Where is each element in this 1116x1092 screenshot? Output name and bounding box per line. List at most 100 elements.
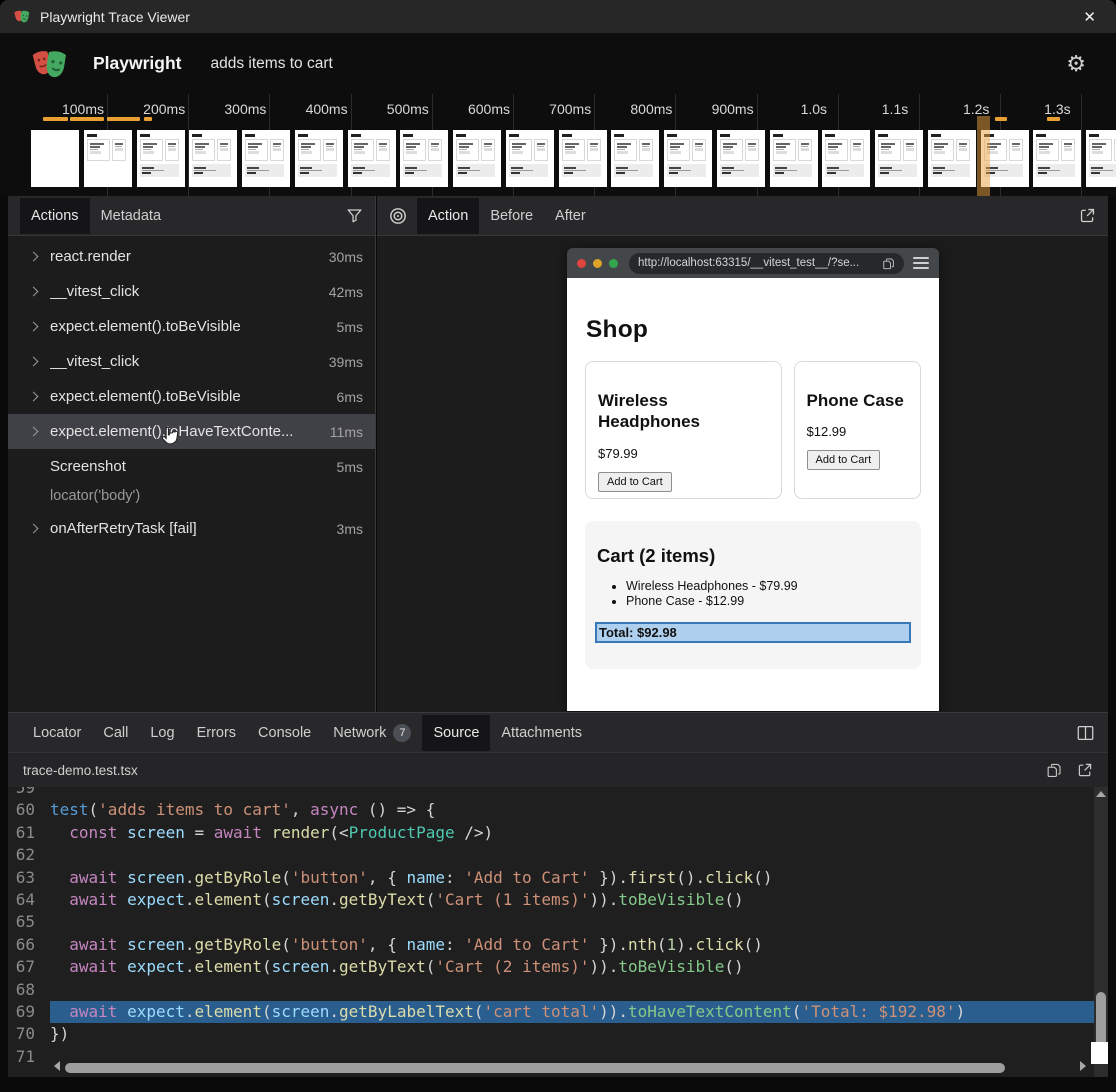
thumb-mini-heading: [773, 134, 783, 137]
code-text: test('adds items to cart', async () => {: [50, 799, 1094, 821]
tab-locator[interactable]: Locator: [22, 715, 92, 751]
copy-url-icon[interactable]: [882, 257, 895, 270]
snapshot-page: Shop Wireless Headphones$79.99Add to Car…: [567, 278, 939, 711]
open-external-icon[interactable]: [1079, 207, 1096, 224]
timeline-thumbnail[interactable]: [928, 130, 976, 187]
timeline-thumbnail[interactable]: [348, 130, 396, 187]
snapshot-panel: ActionBeforeAfter http://localhost:63315…: [377, 196, 1108, 712]
action-item[interactable]: expect.element().toHaveTextConte...11ms: [8, 414, 375, 449]
line-number: 65: [8, 911, 50, 933]
code-lines: 5960test('adds items to cart', async () …: [8, 787, 1094, 1068]
timeline-thumbnail[interactable]: [295, 130, 343, 187]
pick-locator-target-icon[interactable]: [389, 207, 407, 225]
tab-actions[interactable]: Actions: [20, 198, 90, 234]
timeline-thumbnail[interactable]: [822, 130, 870, 187]
horizontal-scrollbar-thumb[interactable]: [65, 1063, 1005, 1073]
open-source-external-icon[interactable]: [1077, 762, 1093, 778]
tab-metadata[interactable]: Metadata: [90, 198, 172, 234]
action-item[interactable]: expect.element().toBeVisible6ms: [8, 379, 375, 414]
tab-action[interactable]: Action: [417, 198, 479, 234]
tab-log[interactable]: Log: [139, 715, 185, 751]
split-view-icon[interactable]: [1077, 725, 1094, 741]
add-to-cart-button[interactable]: Add to Cart: [598, 472, 672, 492]
chevron-right-icon[interactable]: [29, 287, 39, 297]
chevron-right-icon[interactable]: [29, 392, 39, 402]
vertical-scrollbar[interactable]: [1094, 787, 1108, 1077]
timeline-strip[interactable]: 100ms200ms300ms400ms500ms600ms700ms800ms…: [0, 94, 1116, 196]
hscroll-right-arrow[interactable]: [1080, 1061, 1086, 1071]
timeline-tick-label: 600ms: [449, 101, 529, 117]
thumb-mini-heading: [667, 134, 677, 137]
timeline-thumbnail[interactable]: [84, 130, 132, 187]
timeline-thumbnail[interactable]: [189, 130, 237, 187]
timeline-thumbnail[interactable]: [242, 130, 290, 187]
tab-errors[interactable]: Errors: [186, 715, 247, 751]
close-icon[interactable]: ✕: [1077, 8, 1102, 26]
timeline-thumbnail[interactable]: [506, 130, 554, 187]
timeline-thumbnail[interactable]: [611, 130, 659, 187]
traffic-light-yellow[interactable]: [593, 259, 602, 268]
chevron-right-icon[interactable]: [29, 427, 39, 437]
tab-network[interactable]: Network7: [322, 714, 422, 752]
code-text: await screen.getByRole('button', { name:…: [50, 867, 1094, 889]
action-item[interactable]: onAfterRetryTask [fail]3ms: [8, 511, 375, 546]
line-number: 64: [8, 889, 50, 911]
test-title: adds items to cart: [211, 55, 333, 73]
timeline-tick-label: 200ms: [124, 101, 204, 117]
timeline-thumbnail[interactable]: [137, 130, 185, 187]
timeline-tick-label: 800ms: [611, 101, 691, 117]
copy-icon[interactable]: [1046, 762, 1062, 778]
browser-chrome: http://localhost:63315/__vitest_test__/?…: [567, 248, 939, 278]
timeline-thumbnail[interactable]: [664, 130, 712, 187]
browser-snapshot: http://localhost:63315/__vitest_test__/?…: [567, 248, 939, 711]
chevron-right-icon[interactable]: [29, 322, 39, 332]
traffic-light-green[interactable]: [609, 259, 618, 268]
thumb-mini-heading: [509, 134, 519, 137]
tab-after[interactable]: After: [544, 198, 597, 234]
timeline-selected-range[interactable]: [977, 116, 990, 196]
action-item[interactable]: react.render30ms: [8, 239, 375, 274]
timeline-thumbnail[interactable]: [400, 130, 448, 187]
line-number: 71: [8, 1046, 50, 1068]
timeline-thumbnail[interactable]: [31, 130, 79, 187]
tab-source[interactable]: Source: [422, 715, 490, 751]
action-item[interactable]: __vitest_click39ms: [8, 344, 375, 379]
timeline-thumbnail[interactable]: [1086, 130, 1116, 187]
code-line: 70}): [8, 1023, 1094, 1045]
timeline-thumbnail[interactable]: [559, 130, 607, 187]
code-text: [50, 979, 1094, 1001]
action-name: onAfterRetryTask [fail]: [50, 520, 329, 537]
timeline-thumbnail[interactable]: [875, 130, 923, 187]
chevron-right-icon[interactable]: [29, 524, 39, 534]
tab-label: Console: [258, 725, 311, 741]
timeline-tick-label: 500ms: [368, 101, 448, 117]
code-line: 66 await screen.getByRole('button', { na…: [8, 934, 1094, 956]
traffic-light-red[interactable]: [577, 259, 586, 268]
timeline-thumbnail[interactable]: [1033, 130, 1081, 187]
action-item[interactable]: __vitest_click42ms: [8, 274, 375, 309]
hamburger-menu-icon[interactable]: [913, 254, 929, 272]
action-item[interactable]: expect.element().toBeVisible5ms: [8, 309, 375, 344]
line-number: 63: [8, 867, 50, 889]
gear-icon[interactable]: ⚙: [1066, 53, 1086, 75]
timeline-thumbnail[interactable]: [453, 130, 501, 187]
vscroll-up-arrow[interactable]: [1096, 791, 1106, 797]
action-item[interactable]: Screenshot5ms: [8, 449, 375, 484]
code-text: [50, 844, 1094, 866]
tab-attachments[interactable]: Attachments: [490, 715, 593, 751]
chevron-right-icon[interactable]: [29, 252, 39, 262]
timeline-tick-label: 300ms: [205, 101, 285, 117]
chevron-right-icon[interactable]: [29, 357, 39, 367]
timeline-thumbnail[interactable]: [770, 130, 818, 187]
timeline-thumbnail[interactable]: [717, 130, 765, 187]
tab-call[interactable]: Call: [92, 715, 139, 751]
filter-icon[interactable]: [346, 207, 363, 224]
tab-console[interactable]: Console: [247, 715, 322, 751]
tab-label: Log: [150, 725, 174, 741]
line-number: 67: [8, 956, 50, 978]
tab-before[interactable]: Before: [479, 198, 544, 234]
hscroll-left-arrow[interactable]: [54, 1061, 60, 1071]
source-file-bar: trace-demo.test.tsx: [8, 752, 1108, 787]
address-bar[interactable]: http://localhost:63315/__vitest_test__/?…: [629, 253, 904, 274]
add-to-cart-button[interactable]: Add to Cart: [807, 450, 881, 470]
